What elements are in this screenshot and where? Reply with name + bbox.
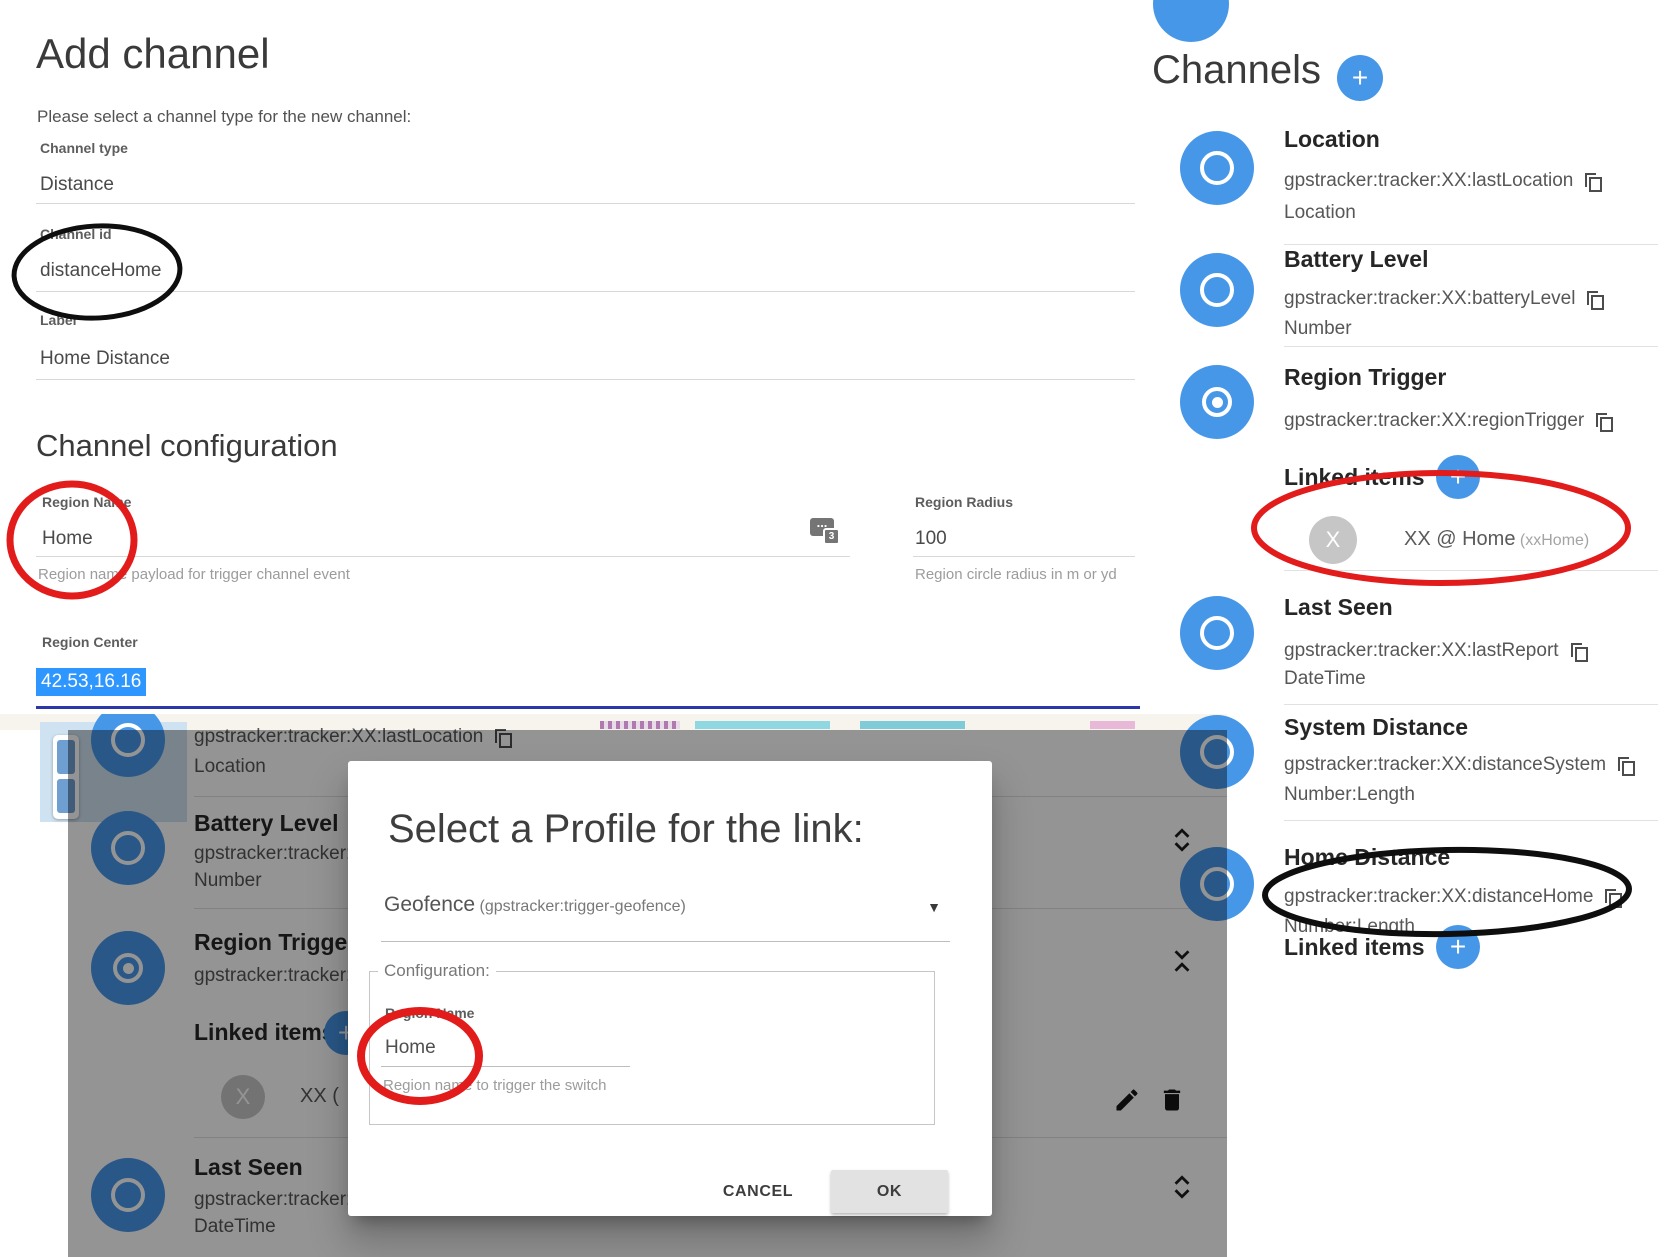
channel-type: Location <box>1284 202 1356 224</box>
add-linked-item-button[interactable]: + <box>1436 455 1480 499</box>
linked-item-text: XX @ Home <box>1404 528 1515 550</box>
dialog-region-name-field[interactable]: Home <box>385 1037 436 1059</box>
region-name-hint: Region name payload for trigger channel … <box>38 566 350 583</box>
linked-items-label-2: Linked items <box>1284 934 1425 961</box>
channel-avatar-battery <box>1180 253 1254 327</box>
label-field[interactable]: Home Distance <box>40 348 170 370</box>
dialog-title: Select a Profile for the link: <box>388 807 864 852</box>
region-center-field[interactable]: 42.53,16.16 <box>36 668 146 696</box>
copy-icon[interactable] <box>1618 757 1633 774</box>
linked-item-avatar: X <box>1309 516 1357 564</box>
partial-add-button[interactable] <box>1153 0 1229 42</box>
channel-id: gpstracker:tracker:XX:lastReport <box>1284 640 1559 662</box>
circle-glyph <box>1200 151 1234 185</box>
region-center-selected-text: 42.53,16.16 <box>36 668 146 696</box>
dialog-region-name-hint: Region name to trigger the switch <box>383 1077 606 1094</box>
profile-selected-detail: (gpstracker:trigger-geofence) <box>480 898 686 915</box>
copy-icon[interactable] <box>1571 643 1586 660</box>
cancel-button[interactable]: CANCEL <box>706 1170 810 1213</box>
channel-id: gpstracker:tracker:XX:distanceSystem <box>1284 754 1606 776</box>
add-channel-button[interactable]: + <box>1337 55 1383 101</box>
channel-config-heading: Channel configuration <box>36 428 338 464</box>
circle-glyph <box>1200 616 1234 650</box>
region-name-label: Region Name <box>42 494 131 510</box>
map-strip-fragment <box>1090 721 1135 729</box>
channel-id-row: gpstracker:tracker:XX:distanceHome <box>1284 886 1620 908</box>
channel-type-field[interactable]: Distance <box>40 174 114 196</box>
channel-id: gpstracker:tracker:XX:lastLocation <box>1284 170 1573 192</box>
region-radius-field[interactable]: 100 <box>915 528 947 550</box>
channel-id-label: Channel id <box>40 226 112 242</box>
channel-id-row: gpstracker:tracker:XX:distanceSystem <box>1284 754 1633 776</box>
channel-type: DateTime <box>1284 668 1366 690</box>
region-radius-label: Region Radius <box>915 494 1013 510</box>
map-strip-fragment <box>600 721 680 729</box>
text-input-icon[interactable]: ... 3 <box>810 518 840 548</box>
channel-id-row: gpstracker:tracker:XX:lastReport <box>1284 640 1586 662</box>
ok-button[interactable]: OK <box>831 1170 948 1213</box>
copy-icon[interactable] <box>1605 889 1620 906</box>
page-title: Add channel <box>36 30 270 78</box>
configuration-fieldset: Configuration: <box>369 961 935 1125</box>
linked-item-suffix: (xxHome) <box>1520 532 1589 549</box>
channel-id-underline <box>36 291 1135 292</box>
channel-id-row: gpstracker:tracker:XX:regionTrigger <box>1284 410 1611 432</box>
channel-avatar-region-trigger <box>1180 365 1254 439</box>
profile-dialog: Select a Profile for the link: Geofence … <box>348 761 992 1216</box>
label-label: Label <box>40 312 77 328</box>
channel-type-underline <box>36 203 1135 204</box>
channel-id-field[interactable]: distanceHome <box>40 260 161 282</box>
channel-type: Number <box>1284 318 1352 340</box>
copy-icon[interactable] <box>1587 291 1602 308</box>
chevron-down-icon: ▼ <box>927 899 941 915</box>
map-strip-fragment <box>695 721 830 729</box>
profile-select[interactable]: Geofence (gpstracker:trigger-geofence) ▼ <box>384 893 959 917</box>
channel-title: Home Distance <box>1284 844 1450 871</box>
channel-id: gpstracker:tracker:XX:distanceHome <box>1284 886 1593 908</box>
region-center-label: Region Center <box>42 634 138 650</box>
configuration-legend: Configuration: <box>378 961 496 981</box>
channel-id-row: gpstracker:tracker:XX:lastLocation <box>1284 170 1600 192</box>
map-strip-fragment <box>860 721 965 729</box>
channel-avatar-location <box>1180 131 1254 205</box>
page: Add channel Please select a channel type… <box>0 0 1670 1257</box>
channel-title: Battery Level <box>1284 246 1428 273</box>
copy-icon[interactable] <box>1585 173 1600 190</box>
profile-selected-value: Geofence <box>384 893 475 916</box>
channel-title: Region Trigger <box>1284 364 1446 391</box>
channel-avatar-last-seen <box>1180 596 1254 670</box>
region-name-underline <box>36 556 850 557</box>
circle-glyph <box>1200 273 1234 307</box>
channel-id-row: gpstracker:tracker:XX:batteryLevel <box>1284 288 1602 310</box>
region-radius-hint: Region circle radius in m or yd <box>915 566 1117 583</box>
copy-icon[interactable] <box>1596 413 1611 430</box>
channel-title: Location <box>1284 126 1380 153</box>
region-center-focus-underline <box>36 706 1140 709</box>
form-subtitle: Please select a channel type for the new… <box>37 107 411 127</box>
label-underline <box>36 379 1135 380</box>
channel-title: Last Seen <box>1284 594 1393 621</box>
channel-type-label: Channel type <box>40 140 128 156</box>
channel-id: gpstracker:tracker:XX:regionTrigger <box>1284 410 1584 432</box>
dialog-region-name-label: Region Name <box>385 1005 474 1021</box>
dialog-region-name-underline <box>381 1066 630 1067</box>
region-name-field[interactable]: Home <box>42 528 93 550</box>
channel-id: gpstracker:tracker:XX:batteryLevel <box>1284 288 1575 310</box>
add-linked-item-button-2[interactable]: + <box>1436 925 1480 969</box>
region-radius-underline <box>913 556 1135 557</box>
linked-item-row[interactable]: XX @ Home (xxHome) <box>1404 528 1589 551</box>
profile-select-underline <box>381 941 950 942</box>
channel-type: Number:Length <box>1284 784 1415 806</box>
linked-items-label: Linked items <box>1284 464 1425 491</box>
channel-title: System Distance <box>1284 714 1468 741</box>
channels-heading: Channels <box>1152 48 1321 93</box>
radio-glyph <box>1202 387 1232 417</box>
